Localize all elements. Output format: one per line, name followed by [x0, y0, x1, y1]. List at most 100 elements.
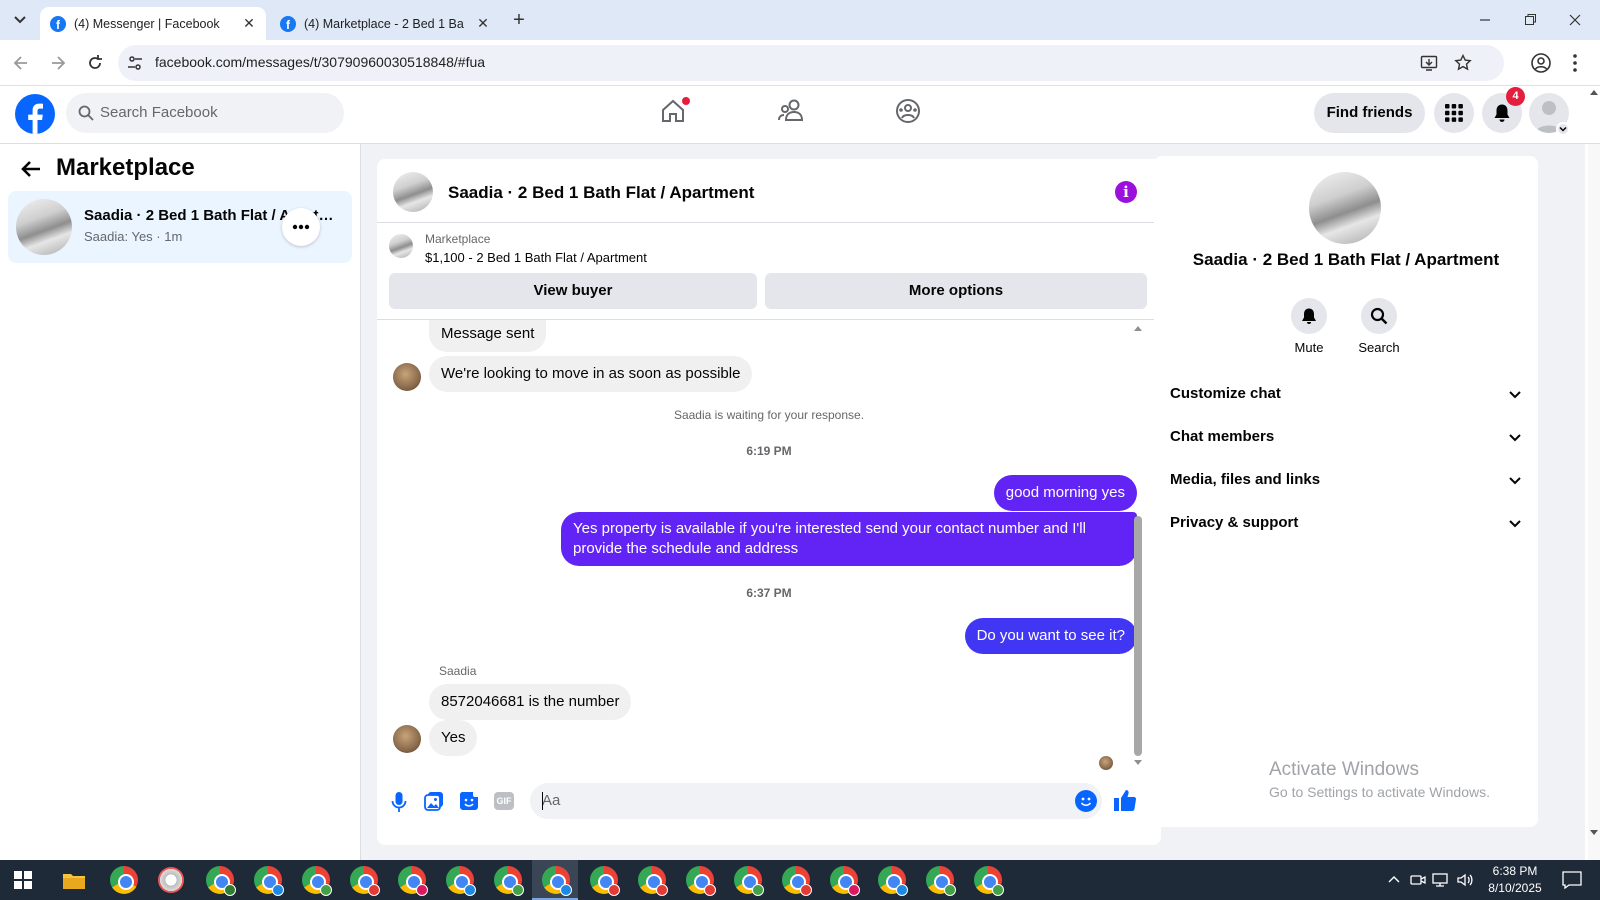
mute-bell-icon[interactable] [1291, 298, 1327, 334]
media-files-links-section[interactable]: Media, files and links [1170, 471, 1522, 495]
chrome-profile-icon[interactable] [734, 866, 764, 896]
close-tab-icon[interactable]: ✕ [474, 14, 492, 32]
forward-icon[interactable] [49, 54, 67, 72]
page-scroll-up-icon[interactable] [1590, 89, 1598, 95]
browser-menu-icon[interactable] [1572, 52, 1578, 74]
activate-windows-subtitle: Go to Settings to activate Windows. [1269, 784, 1490, 800]
chrome-profile-icon[interactable] [830, 866, 860, 896]
scroll-up-arrow-icon[interactable] [1133, 324, 1143, 332]
bookmark-star-icon[interactable] [1454, 54, 1472, 72]
message-bubble[interactable]: We're looking to move in as soon as poss… [429, 356, 753, 392]
url-text[interactable]: facebook.com/messages/t/3079096003051884… [155, 54, 485, 70]
microphone-icon[interactable] [391, 791, 407, 813]
gif-icon[interactable]: GIF [494, 792, 514, 810]
install-app-icon[interactable] [1420, 54, 1438, 72]
tab-marketplace[interactable]: f (4) Marketplace - 2 Bed 1 Bath Flat / … [270, 7, 500, 40]
section-label: Customize chat [1170, 385, 1281, 402]
menu-grid-icon[interactable] [1434, 93, 1474, 133]
mute-label[interactable]: Mute [1279, 340, 1339, 355]
emoji-icon[interactable] [1075, 790, 1097, 812]
windows-start-icon[interactable] [14, 871, 32, 889]
friends-icon[interactable] [778, 98, 806, 124]
content-area: Saadia · 2 Bed 1 Bath Flat / Apartment i… [361, 90, 1600, 860]
find-friends-button[interactable]: Find friends [1314, 93, 1425, 133]
listing-summary[interactable]: $1,100 - 2 Bed 1 Bath Flat / Apartment [425, 250, 647, 265]
thumbs-up-like-icon[interactable] [1113, 788, 1137, 812]
chrome-profile-icon[interactable] [590, 866, 620, 896]
message-bubble-sent[interactable]: Yes property is available if you're inte… [561, 512, 1137, 566]
message-thread[interactable]: Message sent We're looking to move in as… [377, 320, 1161, 779]
search-label[interactable]: Search [1349, 340, 1409, 355]
account-chevron-down-icon[interactable] [1556, 122, 1570, 136]
home-icon[interactable] [660, 97, 690, 124]
chrome-profile-icon[interactable] [302, 866, 332, 896]
message-bubble[interactable]: 8572046681 is the number [429, 684, 632, 720]
back-icon[interactable] [12, 54, 30, 72]
chrome-profile-icon[interactable] [974, 866, 1004, 896]
restore-icon[interactable] [1523, 10, 1537, 30]
action-center-icon[interactable] [1562, 871, 1582, 889]
chrome-profile-icon[interactable] [542, 866, 572, 896]
chrome-profile-icon[interactable] [446, 866, 476, 896]
paint-icon[interactable] [158, 867, 184, 893]
omnibox[interactable]: facebook.com/messages/t/3079096003051884… [118, 45, 1504, 81]
message-bubble[interactable]: Message sent [429, 320, 547, 352]
privacy-support-section[interactable]: Privacy & support [1170, 514, 1522, 538]
back-arrow-icon[interactable] [20, 158, 42, 180]
chat-title[interactable]: Saadia · 2 Bed 1 Bath Flat / Apartment [448, 183, 754, 203]
facebook-search[interactable]: Search Facebook [66, 93, 344, 133]
message-input[interactable]: Aa [530, 783, 1102, 819]
chrome-profile-icon[interactable] [878, 866, 908, 896]
file-explorer-icon[interactable] [63, 871, 85, 889]
facebook-logo-icon[interactable] [15, 94, 55, 134]
search-icon[interactable] [1361, 298, 1397, 334]
clock[interactable]: 6:38 PM 8/10/2025 [1480, 863, 1550, 897]
minimize-icon[interactable] [1478, 10, 1492, 30]
header-divider [377, 222, 1161, 223]
show-hidden-icons-icon[interactable] [1388, 874, 1400, 884]
groups-icon[interactable] [895, 98, 921, 124]
meet-now-icon[interactable] [1410, 872, 1426, 888]
info-avatar[interactable] [1309, 172, 1381, 244]
chrome-profile-icon[interactable] [350, 866, 380, 896]
message-bubble-sent[interactable]: Do you want to see it? [964, 618, 1137, 654]
chrome-profile-icon[interactable] [398, 866, 428, 896]
conversation-item[interactable]: Saadia · 2 Bed 1 Bath Flat / Apartment S… [8, 191, 352, 263]
attach-photo-icon[interactable] [424, 791, 444, 811]
message-bubble-sent[interactable]: good morning yes [993, 475, 1137, 511]
chrome-profile-icon[interactable] [638, 866, 668, 896]
sticker-icon[interactable] [459, 791, 479, 811]
chrome-profile-icon[interactable] [254, 866, 284, 896]
site-info-icon[interactable] [127, 55, 143, 71]
more-options-button[interactable]: More options [765, 273, 1147, 309]
tab-messenger[interactable]: f (4) Messenger | Facebook ✕ [40, 7, 266, 40]
chrome-profile-icon[interactable] [494, 866, 524, 896]
profile-icon[interactable] [1530, 52, 1552, 74]
customize-chat-section[interactable]: Customize chat [1170, 385, 1522, 409]
reload-icon[interactable] [85, 53, 105, 73]
chrome-profile-icon[interactable] [782, 866, 812, 896]
tab-search-icon[interactable] [8, 8, 32, 32]
chrome-profile-icon[interactable] [206, 866, 236, 896]
close-tab-icon[interactable]: ✕ [240, 14, 258, 32]
chrome-icon[interactable] [110, 866, 138, 894]
chrome-profile-icon[interactable] [686, 866, 716, 896]
info-icon[interactable]: i [1115, 181, 1137, 203]
conversation-more-icon[interactable] [282, 208, 320, 246]
chrome-profile-icon[interactable] [926, 866, 956, 896]
notification-badge: 4 [1506, 87, 1525, 106]
network-icon[interactable] [1432, 872, 1450, 888]
page-scroll-down-icon[interactable] [1590, 830, 1598, 836]
message-bubble[interactable]: Yes [429, 720, 478, 756]
chat-avatar[interactable] [393, 172, 433, 212]
page-scrollbar[interactable] [1588, 90, 1600, 860]
view-buyer-button[interactable]: View buyer [389, 273, 757, 309]
notifications-bell-icon[interactable]: 4 [1482, 87, 1525, 133]
scroll-down-arrow-icon[interactable] [1133, 759, 1143, 767]
chevron-down-icon [1508, 516, 1522, 530]
scrollbar-thumb[interactable] [1134, 516, 1142, 756]
new-tab-icon[interactable]: + [508, 9, 530, 31]
chat-members-section[interactable]: Chat members [1170, 428, 1522, 452]
volume-icon[interactable] [1456, 872, 1474, 888]
close-window-icon[interactable] [1568, 10, 1582, 30]
